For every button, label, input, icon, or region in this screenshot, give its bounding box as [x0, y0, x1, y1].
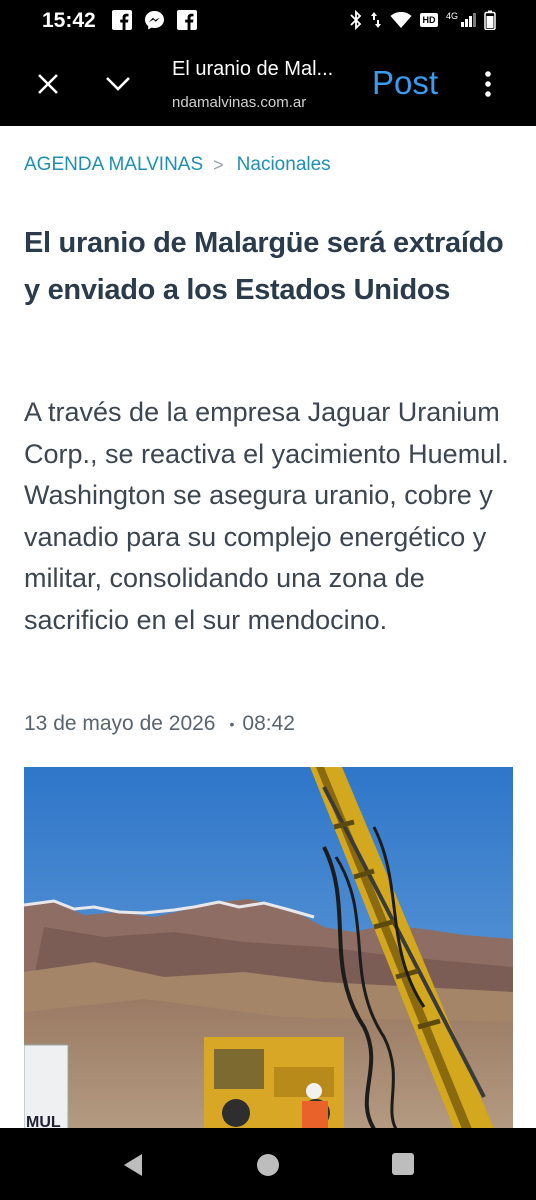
article-summary: A través de la empresa Jaguar Uranium Co…: [24, 397, 509, 635]
signal-bar: [469, 16, 472, 27]
sign-text: MUL: [26, 1114, 61, 1128]
facebook-icon: [177, 10, 197, 30]
page-title: El uranio de Mal...: [172, 58, 334, 80]
more-options-button[interactable]: [474, 66, 502, 102]
post-button[interactable]: Post: [372, 64, 438, 102]
article-time: 08:42: [242, 712, 295, 735]
system-navigation-bar: [0, 1128, 536, 1200]
back-icon[interactable]: [118, 1150, 148, 1180]
web-content: AGENDA MALVINAS > Nacionales El uranio d…: [0, 126, 536, 1128]
signal-bar: [465, 19, 468, 27]
minimize-button[interactable]: [100, 66, 136, 102]
wifi-icon: [390, 12, 412, 28]
hd-icon: HD: [419, 13, 438, 27]
signal-bar: [461, 22, 464, 27]
facebook-icon: [112, 10, 132, 30]
drilling-rig-photo: MUL: [24, 767, 513, 1128]
close-button[interactable]: [30, 66, 66, 102]
page-url: ndamalvinas.com.ar: [172, 94, 307, 111]
article-meta: 13 de mayo de 2026 • 08:42: [24, 712, 295, 736]
signal-bar: [473, 13, 476, 27]
chevron-down-icon: [106, 77, 130, 91]
home-icon[interactable]: [255, 1152, 281, 1178]
status-time: 15:42: [42, 9, 96, 32]
article-headline: El uranio de Malargüe será extraído y en…: [24, 227, 504, 306]
breadcrumb: AGENDA MALVINAS > Nacionales: [24, 154, 331, 176]
messenger-icon: [145, 11, 164, 30]
4g-signal-icon: 4G: [445, 11, 476, 27]
bluetooth-icon: [350, 10, 362, 30]
article-date: 13 de mayo de 2026: [24, 712, 216, 735]
more-vertical-icon: [485, 71, 491, 97]
close-icon: [38, 74, 58, 94]
network-type-label: 4G: [445, 11, 458, 21]
browser-toolbar: El uranio de Mal... ndamalvinas.com.ar P…: [0, 42, 536, 126]
status-bar: 15:42 HD 4G: [0, 0, 536, 42]
breadcrumb-separator: >: [213, 154, 224, 175]
breadcrumb-section-link[interactable]: Nacionales: [237, 154, 331, 176]
recent-apps-icon[interactable]: [390, 1151, 416, 1177]
article-image[interactable]: MUL: [24, 767, 513, 1128]
system-icons: HD 4G: [350, 10, 496, 30]
meta-separator: •: [229, 716, 235, 732]
battery-icon: [484, 10, 496, 30]
notification-icons: [112, 10, 197, 30]
breadcrumb-site-link[interactable]: AGENDA MALVINAS: [24, 154, 203, 176]
data-arrows-icon: [370, 12, 381, 28]
